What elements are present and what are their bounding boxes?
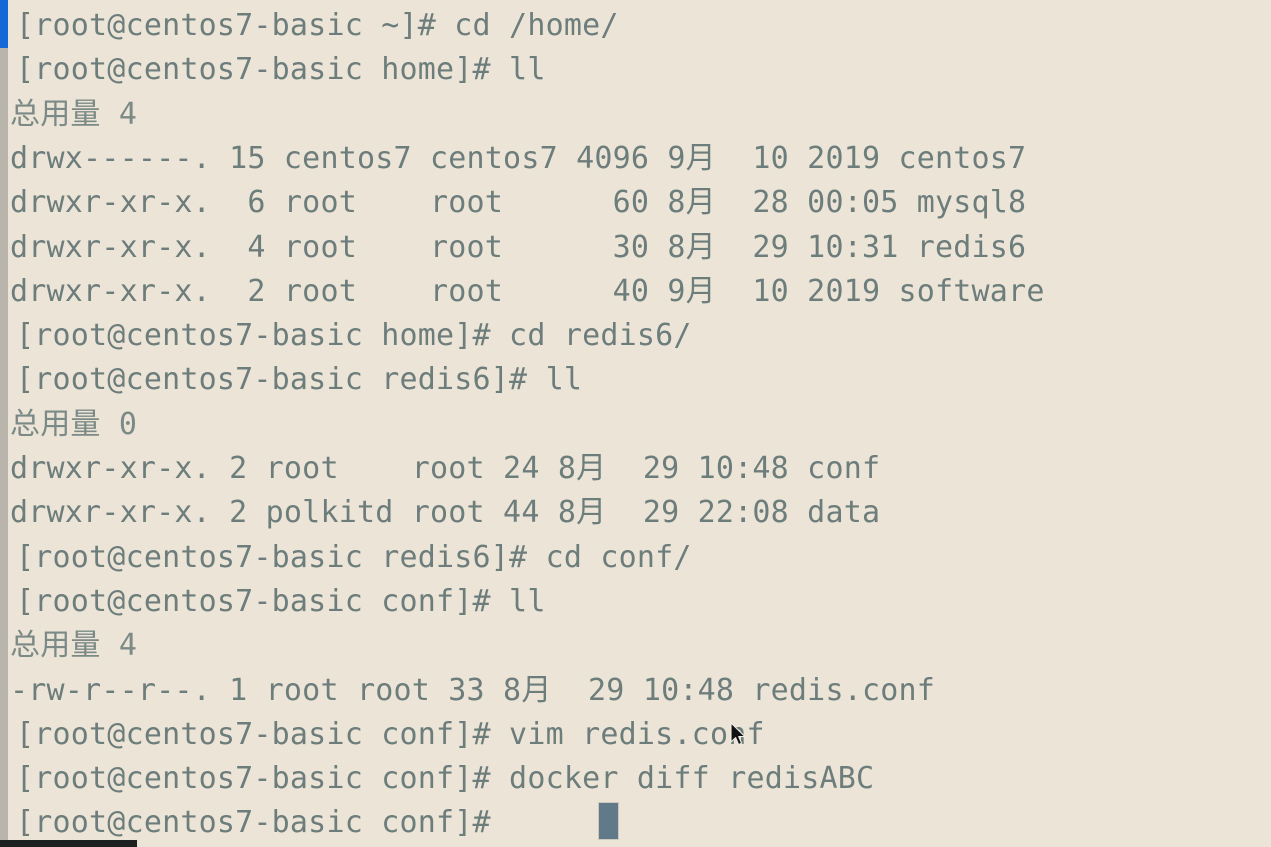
terminal-line-10: 总用量 0 <box>10 406 138 442</box>
terminal-line-19: [root@centos7-basic conf]# <box>16 805 510 841</box>
terminal-line-6: drwxr-xr-x. 4 root root 30 8月 29 10:31 r… <box>10 229 1027 265</box>
terminal-line-12: drwxr-xr-x. 2 polkitd root 44 8月 29 22:0… <box>10 495 881 531</box>
vertical-scrollbar-track[interactable] <box>0 0 8 847</box>
terminal-line-2: [root@centos7-basic home]# ll <box>16 52 546 88</box>
terminal-line-18: [root@centos7-basic conf]# docker diff r… <box>16 761 875 797</box>
horizontal-scrollbar-thumb[interactable] <box>0 840 137 847</box>
terminal-output[interactable]: [root@centos7-basic ~]# cd /home/ [root@c… <box>10 0 1271 847</box>
terminal-line-11: drwxr-xr-x. 2 root root 24 8月 29 10:48 c… <box>10 451 881 486</box>
horizontal-scrollbar-track[interactable] <box>0 840 1271 847</box>
terminal-line-14: [root@centos7-basic conf]# ll <box>16 583 546 619</box>
vertical-scrollbar-thumb[interactable] <box>0 0 8 48</box>
terminal-line-3: 总用量 4 <box>10 96 138 132</box>
terminal-line-7: drwxr-xr-x. 2 root root 40 9月 10 2019 so… <box>10 273 1045 309</box>
text-cursor-block <box>598 802 619 840</box>
terminal-line-1: [root@centos7-basic ~]# cd /home/ <box>16 8 619 43</box>
terminal-line-13: [root@centos7-basic redis6]# cd conf/ <box>16 539 692 575</box>
terminal-line-16: -rw-r--r--. 1 root root 33 8月 29 10:48 r… <box>10 672 936 708</box>
terminal-window[interactable]: [root@centos7-basic ~]# cd /home/ [root@c… <box>0 0 1271 847</box>
terminal-line-8: [root@centos7-basic home]# cd redis6/ <box>16 318 692 354</box>
terminal-line-9: [root@centos7-basic redis6]# ll <box>16 362 583 398</box>
terminal-line-4: drwx------. 15 centos7 centos7 4096 9月 1… <box>10 140 1027 176</box>
terminal-line-17: [root@centos7-basic conf]# vim redis.con… <box>16 716 765 752</box>
terminal-line-15: 总用量 4 <box>10 628 138 664</box>
terminal-line-5: drwxr-xr-x. 6 root root 60 8月 28 00:05 m… <box>10 185 1027 221</box>
